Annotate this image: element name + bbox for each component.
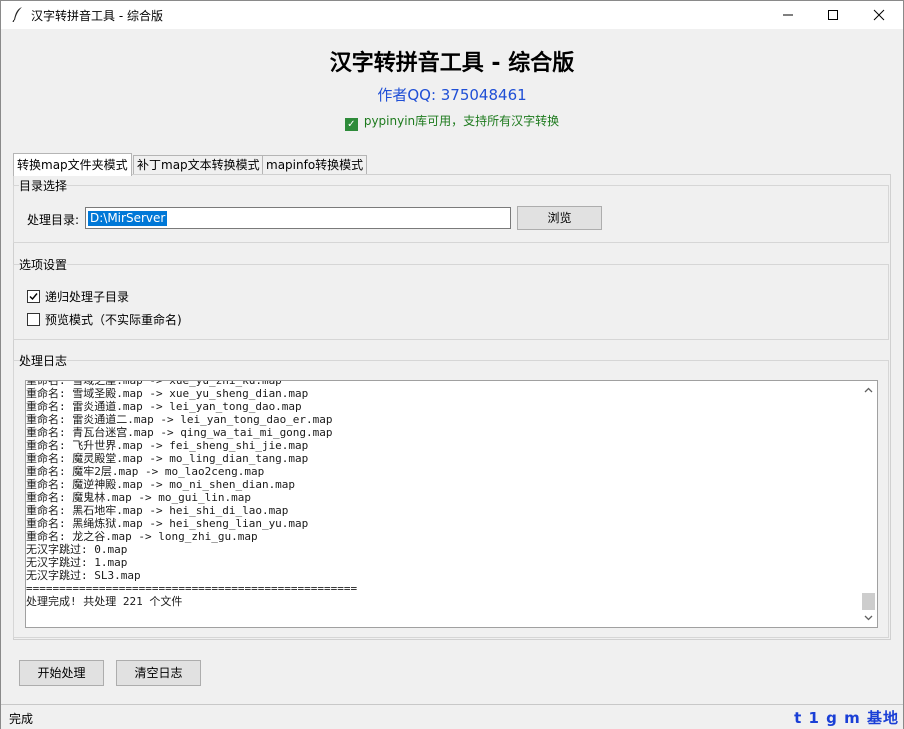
directory-group-label: 目录选择 (19, 177, 68, 194)
maximize-button[interactable] (810, 1, 856, 29)
scroll-thumb[interactable] (862, 593, 875, 610)
log-line: 重命名: 黑石地牢.map -> hei_shi_di_lao.map (26, 504, 289, 517)
checkmark-icon: ✓ (344, 118, 358, 131)
log-line: 重命名: 魔灵殿堂.map -> mo_ling_dian_tang.map (26, 452, 309, 465)
options-group (13, 264, 889, 340)
log-line: 重命名: 雪域圣殿.map -> xue_yu_sheng_dian.map (26, 387, 309, 400)
brand-label: t 1 g m 基地 (794, 709, 899, 727)
pypinyin-status: ✓ pypinyin库可用，支持所有汉字转换 (1, 112, 903, 131)
recursive-option[interactable]: 递归处理子目录 (27, 288, 129, 305)
pypinyin-status-text: pypinyin库可用，支持所有汉字转换 (363, 114, 560, 128)
log-line: 重命名: 魔鬼林.map -> mo_gui_lin.map (26, 491, 251, 504)
log-line: 重命名: 雪域之崖.map -> xue_yu_zhi_ku.map (26, 380, 282, 387)
minimize-icon (783, 14, 793, 16)
log-line: 无汉字跳过: 1.map (26, 556, 128, 569)
directory-input-value: D:\MirServer (88, 211, 168, 226)
log-line: 无汉字跳过: 0.map (26, 543, 128, 556)
scroll-down-button[interactable] (860, 610, 877, 627)
recursive-checkbox[interactable] (27, 290, 40, 303)
window-title: 汉字转拼音工具 - 综合版 (31, 9, 163, 23)
options-group-label: 选项设置 (19, 256, 68, 273)
recursive-label: 递归处理子目录 (45, 290, 130, 304)
log-line: 重命名: 飞升世界.map -> fei_sheng_shi_jie.map (26, 439, 309, 452)
scroll-up-button[interactable] (860, 381, 877, 398)
log-line: 重命名: 青瓦台迷宫.map -> qing_wa_tai_mi_gong.ma… (26, 426, 333, 439)
log-line: 重命名: 魔牢2层.map -> mo_lao2ceng.map (26, 465, 265, 478)
log-group-label: 处理日志 (19, 352, 68, 369)
browse-button[interactable]: 浏览 (517, 206, 602, 230)
start-process-button[interactable]: 开始处理 (19, 660, 104, 686)
checkmark-icon (29, 293, 38, 301)
log-line: 重命名: 雷炎通道.map -> lei_yan_tong_dao.map (26, 400, 302, 413)
close-icon (873, 9, 885, 21)
minimize-button[interactable] (765, 1, 811, 29)
log-line: 重命名: 雷炎通道二.map -> lei_yan_tong_dao_er.ma… (26, 413, 333, 426)
maximize-icon (828, 10, 838, 20)
preview-option[interactable]: 预览模式（不实际重命名) (27, 311, 182, 328)
log-line: 重命名: 黑绳炼狱.map -> hei_sheng_lian_yu.map (26, 517, 309, 530)
status-text: 完成 (9, 712, 34, 726)
preview-label: 预览模式（不实际重命名) (45, 313, 182, 327)
feather-icon (11, 6, 25, 23)
directory-field-label: 处理目录: (27, 213, 80, 227)
log-textarea[interactable]: 重命名: 雪域之崖.map -> xue_yu_zhi_ku.map 重命名: 雪… (25, 380, 861, 628)
log-line: 处理完成! 共处理 221 个文件 (26, 595, 183, 608)
status-bar: 完成 t 1 g m 基地 (1, 704, 903, 729)
preview-checkbox[interactable] (27, 313, 40, 326)
close-button[interactable] (856, 1, 902, 29)
tab-patch-map-text[interactable]: 补丁map文本转换模式 (133, 155, 264, 175)
page-title: 汉字转拼音工具 - 综合版 (329, 51, 575, 76)
tab-mapinfo[interactable]: mapinfo转换模式 (262, 155, 368, 175)
title-bar: 汉字转拼音工具 - 综合版 (1, 1, 903, 29)
directory-input[interactable]: D:\MirServer (85, 207, 511, 229)
clear-log-button[interactable]: 清空日志 (116, 660, 201, 686)
chevron-down-icon (864, 615, 873, 621)
log-line: ========================================… (26, 582, 358, 595)
app-window: 汉字转拼音工具 - 综合版 汉字转拼音工具 - 综合版 作者QQ: 375048… (0, 0, 904, 729)
log-line: 无汉字跳过: SL3.map (26, 569, 141, 582)
chevron-up-icon (864, 387, 873, 393)
log-line: 重命名: 魔逆神殿.map -> mo_ni_shen_dian.map (26, 478, 296, 491)
log-scrollbar[interactable] (860, 380, 878, 628)
log-content: 重命名: 雪域之崖.map -> xue_yu_zhi_ku.map 重命名: 雪… (26, 380, 358, 608)
tab-map-folder[interactable]: 转换map文件夹模式 (13, 153, 132, 176)
author-label: 作者QQ: 375048461 (377, 86, 527, 104)
log-line: 重命名: 龙之谷.map -> long_zhi_gu.map (26, 530, 258, 543)
